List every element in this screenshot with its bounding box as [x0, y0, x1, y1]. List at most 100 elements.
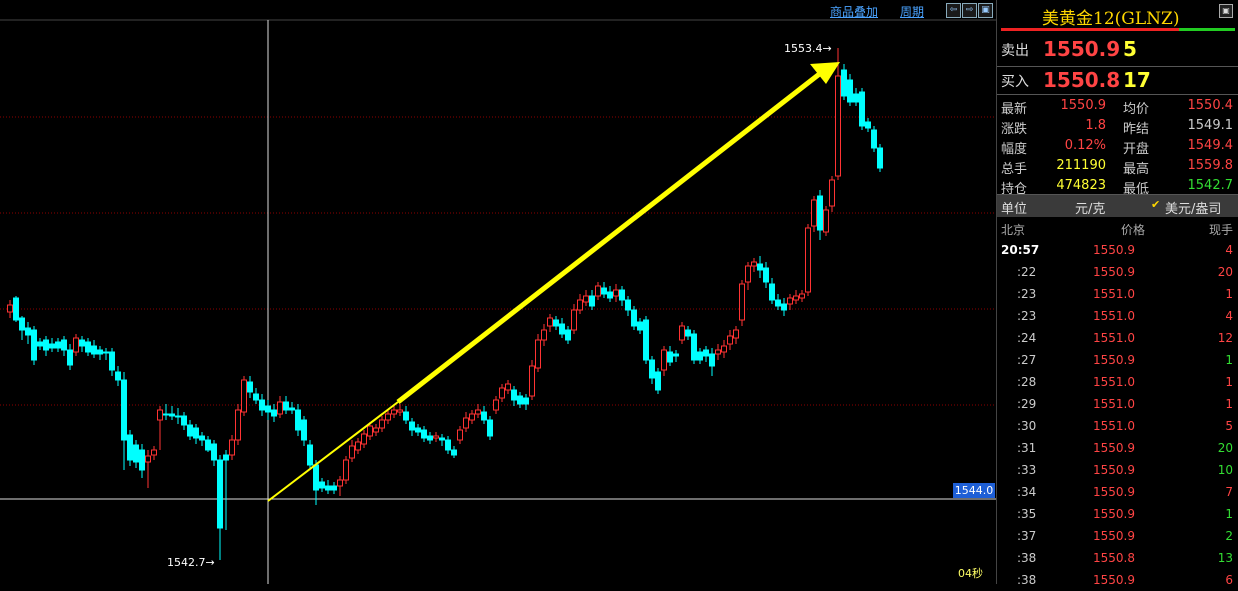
ticks-header-volume: 现手: [1208, 223, 1233, 237]
stat-value: 1550.9: [1060, 98, 1107, 113]
candle-body: [319, 481, 325, 489]
candle-body: [385, 413, 391, 421]
timer-label: 04秒: [958, 567, 983, 580]
tick-row: :27 1550.9 1: [997, 349, 1238, 371]
candle-body: [727, 335, 733, 345]
tick-time: :38: [1017, 551, 1037, 565]
tick-volume: 1: [1225, 375, 1233, 389]
candle-body: [31, 329, 37, 361]
candle-body: [259, 399, 265, 411]
buy-price: 1550.8: [1043, 68, 1121, 92]
candle-body: [559, 323, 565, 335]
tick-time: :30: [1017, 419, 1037, 433]
candle-body: [67, 349, 73, 366]
ticks-header: 北京 价格 现手: [997, 217, 1238, 239]
candle-body: [553, 319, 559, 327]
tick-time: :23: [1017, 309, 1037, 323]
candle-body: [199, 435, 205, 441]
candle-body: [61, 339, 67, 351]
unit-value[interactable]: 元/克: [1075, 198, 1105, 217]
candle-body: [733, 329, 739, 339]
candle-body: [103, 351, 109, 354]
stat-label: 昨结: [1123, 122, 1150, 137]
candle-body: [847, 79, 853, 103]
stat-value: 0.12%: [1064, 138, 1106, 153]
tick-price: 1551.0: [1093, 397, 1135, 411]
candle-body: [529, 365, 535, 397]
tick-price: 1550.9: [1093, 529, 1135, 543]
candle-body: [151, 449, 157, 456]
stat-value: 1549.4: [1187, 138, 1234, 153]
candle-body: [481, 411, 487, 421]
candle-body: [691, 333, 697, 361]
candle-body: [175, 415, 181, 418]
unit-option[interactable]: 美元/盎司: [1165, 198, 1221, 217]
tick-row: :37 1550.9 2: [997, 525, 1238, 547]
candle-body: [685, 329, 691, 337]
stat-label: 涨跌: [1001, 122, 1028, 137]
candlestick-chart[interactable]: 商品叠加 周期 ⇦ ⇨ ▣ 1553.4→ 1542.7→ 1544.0 04秒: [0, 0, 996, 584]
stat-label: 总手: [1001, 162, 1028, 177]
candle-body: [337, 479, 343, 487]
candle-body: [613, 289, 619, 297]
restore-icon[interactable]: ▣: [978, 3, 993, 18]
candle-body: [871, 129, 877, 149]
candle-body: [637, 321, 643, 331]
tick-volume: 7: [1225, 485, 1233, 499]
tick-volume: 1: [1225, 507, 1233, 521]
candle-body: [211, 443, 217, 461]
candle-body: [745, 265, 751, 283]
stat-row: 总手 211190 最高 1559.8: [997, 156, 1238, 177]
tick-volume: 12: [1217, 331, 1233, 345]
tick-time: :23: [1017, 287, 1037, 301]
tick-price: 1550.8: [1093, 551, 1135, 565]
candle-body: [379, 419, 385, 429]
candle-body: [331, 485, 337, 491]
stat-value: 1559.8: [1187, 158, 1234, 173]
candle-body: [799, 293, 805, 299]
candle-body: [853, 93, 859, 103]
tick-row: :28 1551.0 1: [997, 371, 1238, 393]
candle-body: [115, 371, 121, 381]
candle-body: [349, 445, 355, 459]
tick-row: :34 1550.9 7: [997, 481, 1238, 503]
stat-value: 211190: [1056, 158, 1106, 173]
period-link[interactable]: 周期: [900, 3, 924, 20]
tick-volume: 4: [1225, 243, 1233, 257]
candle-body: [121, 379, 127, 441]
sell-row: 卖出 1550.9 5: [997, 36, 1238, 66]
candle-body: [403, 411, 409, 421]
candle-body: [343, 459, 349, 481]
overlay-link[interactable]: 商品叠加: [830, 3, 878, 20]
tick-price: 1551.0: [1093, 287, 1135, 301]
candle-body: [19, 317, 25, 331]
tick-time: :24: [1017, 331, 1037, 345]
tick-price: 1551.0: [1093, 375, 1135, 389]
tick-volume: 5: [1225, 419, 1233, 433]
candle-body: [841, 69, 847, 97]
tick-price: 1551.0: [1093, 419, 1135, 433]
next-icon[interactable]: ⇨: [962, 3, 977, 18]
stat-row: 幅度 0.12% 开盘 1549.4: [997, 136, 1238, 157]
candle-body: [439, 437, 445, 441]
stat-value: 1550.4: [1187, 98, 1234, 113]
tick-volume: 4: [1225, 309, 1233, 323]
tick-time: :27: [1017, 353, 1037, 367]
candle-body: [217, 459, 223, 529]
stat-value: 1549.1: [1187, 118, 1234, 133]
tick-row: :35 1550.9 1: [997, 503, 1238, 525]
tick-row: :33 1550.9 10: [997, 459, 1238, 481]
candle-body: [145, 455, 151, 463]
candle-body: [187, 424, 193, 437]
tick-volume: 20: [1217, 265, 1233, 279]
candle-body: [781, 303, 787, 311]
stat-label: 开盘: [1123, 142, 1150, 157]
candle-body: [247, 381, 253, 393]
chart-canvas[interactable]: [0, 0, 996, 584]
candle-body: [97, 349, 103, 355]
tick-price: 1551.0: [1093, 331, 1135, 345]
candle-body: [433, 435, 439, 439]
prev-icon[interactable]: ⇦: [946, 3, 961, 18]
candle-body: [793, 295, 799, 301]
maximize-icon[interactable]: ▣: [1219, 4, 1233, 18]
